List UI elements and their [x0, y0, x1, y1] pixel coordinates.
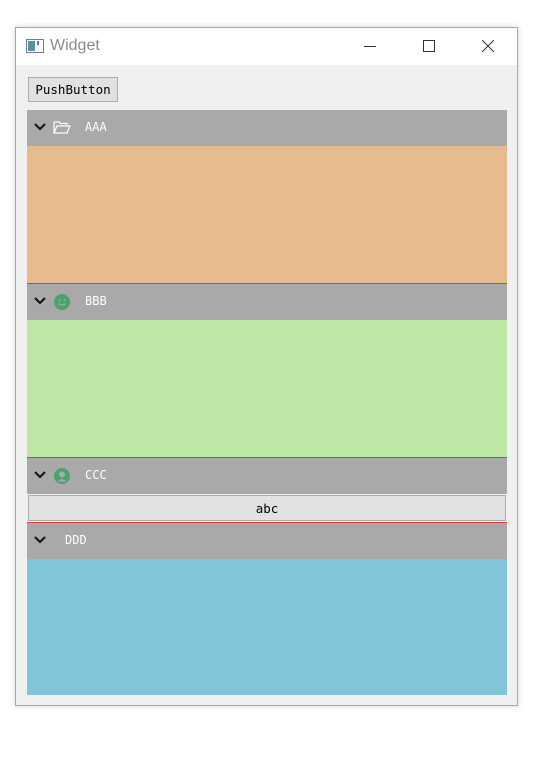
smiley-icon	[54, 294, 70, 310]
panel-aaa	[27, 146, 507, 283]
window-title: Widget	[50, 37, 100, 54]
app-window: Widget PushButton AAA BBB CCC abc DDD	[15, 27, 518, 706]
minimize-button[interactable]	[347, 28, 393, 65]
title-bar[interactable]: Widget	[16, 28, 517, 65]
close-button[interactable]	[465, 28, 511, 65]
chevron-down-icon	[34, 471, 46, 479]
panel-bbb	[27, 320, 507, 457]
app-icon	[26, 39, 44, 53]
folder-open-icon	[53, 121, 71, 134]
chevron-down-icon	[34, 123, 46, 131]
maximize-button[interactable]	[406, 28, 452, 65]
chevron-down-icon	[34, 297, 46, 305]
section-label-ccc: CCC	[85, 468, 107, 482]
section-header-bbb[interactable]: BBB	[27, 284, 507, 320]
section-label-aaa: AAA	[85, 120, 107, 134]
section-header-ccc[interactable]: CCC	[27, 458, 507, 494]
section-header-ddd[interactable]: DDD	[27, 523, 507, 559]
minimize-icon	[364, 46, 376, 47]
section-label-ddd: DDD	[65, 533, 87, 547]
close-icon	[482, 40, 494, 52]
maximize-icon	[423, 40, 435, 52]
abc-button[interactable]: abc	[28, 495, 506, 521]
chevron-down-icon	[34, 536, 46, 544]
user-circle-icon	[54, 468, 70, 484]
push-button[interactable]: PushButton	[28, 77, 118, 102]
panel-ddd	[27, 559, 507, 695]
section-label-bbb: BBB	[85, 294, 107, 308]
section-header-aaa[interactable]: AAA	[27, 110, 507, 146]
